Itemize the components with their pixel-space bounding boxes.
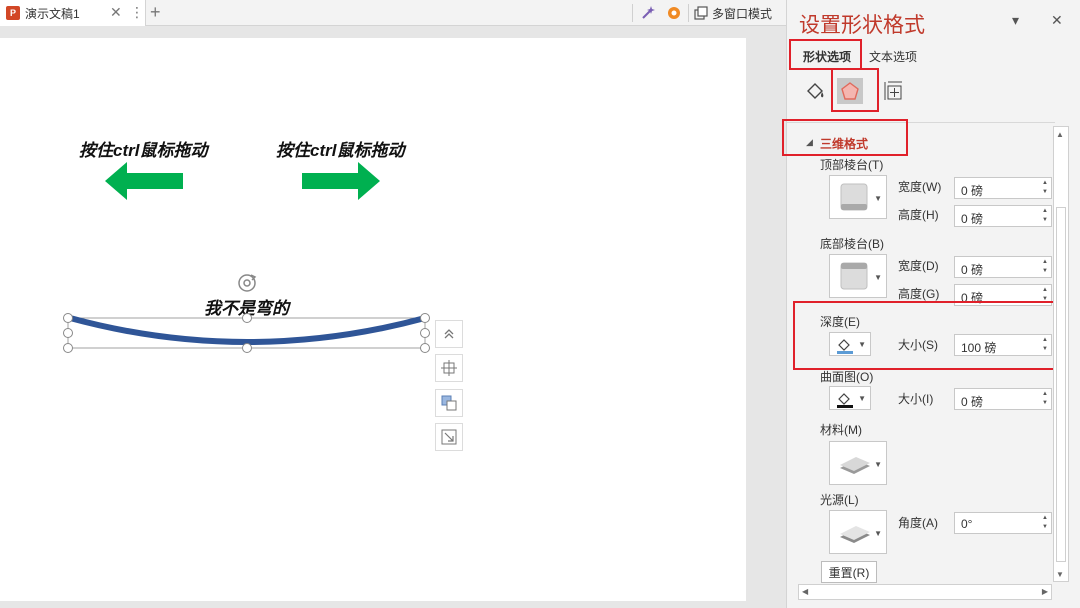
scrollbar-thumb[interactable] — [1056, 207, 1066, 562]
bottom-width-value: 0 磅 — [961, 263, 984, 277]
resize-button[interactable] — [435, 423, 463, 451]
right-instruction-text[interactable]: 按住ctrl鼠标拖动 — [276, 136, 404, 161]
resize-arrow-icon — [441, 429, 457, 445]
top-width-label: 宽度(W) — [898, 180, 942, 194]
scroll-up-icon[interactable]: ▲ — [1056, 130, 1064, 139]
top-width-value: 0 磅 — [961, 184, 984, 198]
more-options-icon[interactable]: ⋮ — [130, 4, 144, 21]
bottom-width-label: 宽度(D) — [898, 259, 939, 273]
panel-title: 设置形状格式 — [799, 14, 925, 37]
document-tab-bar: P 演示文稿1 ✕ ⋮ + 多窗口模式 — [0, 0, 786, 26]
multi-window-icon — [694, 6, 708, 20]
highlight-box — [782, 119, 908, 156]
settings-gear-icon[interactable] — [666, 0, 682, 26]
add-tab-button[interactable]: + — [150, 2, 161, 23]
top-bevel-dropdown[interactable]: ▼ — [829, 175, 887, 219]
material-label: 材料(M) — [820, 423, 862, 437]
lighting-label: 光源(L) — [820, 493, 859, 507]
paint-bucket-icon — [837, 393, 853, 408]
bottom-height-label: 高度(G) — [898, 287, 940, 301]
top-bevel-label: 顶部棱台(T) — [820, 158, 884, 172]
align-center-icon — [441, 360, 457, 376]
document-tab-title: 演示文稿1 — [25, 6, 80, 21]
size-properties-button[interactable] — [881, 78, 907, 104]
panel-horizontal-scrollbar[interactable]: ◀ ▶ — [798, 584, 1052, 600]
panel-vertical-scrollbar[interactable]: ▲ ▼ — [1053, 126, 1069, 582]
contour-size-label: 大小(I) — [898, 392, 934, 406]
divider — [688, 4, 689, 22]
rotate-handle-icon[interactable] — [236, 272, 258, 294]
material-dropdown[interactable]: ▼ — [829, 441, 887, 485]
paint-bucket-icon — [807, 83, 824, 99]
tab-text-options[interactable]: 文本选项 — [869, 48, 917, 65]
double-chevron-up-icon — [444, 329, 454, 339]
scroll-left-icon[interactable]: ◀ — [802, 587, 808, 596]
bottom-width-input[interactable]: 0 磅 ▲ ▼ — [954, 256, 1052, 278]
top-width-input[interactable]: 0 磅 ▲ ▼ — [954, 177, 1052, 199]
layers-icon — [441, 395, 457, 411]
top-height-label: 高度(H) — [898, 208, 939, 222]
contour-size-value: 0 磅 — [961, 395, 984, 409]
collapse-toolbar-button[interactable] — [435, 320, 463, 348]
top-height-input[interactable]: 0 磅 ▲ ▼ — [954, 205, 1052, 227]
bevel-preview-icon — [840, 262, 868, 290]
close-icon[interactable]: ✕ — [110, 4, 122, 21]
bevel-preview-icon — [840, 183, 868, 211]
divider — [632, 4, 633, 22]
top-height-value: 0 磅 — [961, 212, 984, 226]
left-arrow-shape[interactable] — [105, 162, 185, 200]
left-instruction-text[interactable]: 按住ctrl鼠标拖动 — [79, 136, 207, 161]
fill-line-button[interactable] — [803, 78, 829, 104]
chevron-down-icon[interactable]: ▾ — [1012, 12, 1019, 29]
powerpoint-icon: P — [6, 6, 20, 20]
bottom-bevel-label: 底部棱台(B) — [820, 237, 884, 251]
lighting-preview-icon — [840, 526, 870, 543]
size-layout-icon — [884, 81, 902, 100]
contour-color-dropdown[interactable]: ▼ — [829, 386, 871, 410]
lighting-dropdown[interactable]: ▼ — [829, 510, 887, 554]
contour-size-input[interactable]: 0 磅 ▲ ▼ — [954, 388, 1052, 410]
multi-window-button[interactable]: 多窗口模式 — [694, 0, 772, 26]
slide-canvas-area: 按住ctrl鼠标拖动 按住ctrl鼠标拖动 我不是弯的 — [0, 26, 786, 608]
scroll-right-icon[interactable]: ▶ — [1042, 587, 1048, 596]
slide[interactable]: 按住ctrl鼠标拖动 按住ctrl鼠标拖动 我不是弯的 — [0, 38, 746, 601]
arrange-button[interactable] — [435, 389, 463, 417]
angle-label: 角度(A) — [898, 516, 938, 530]
magic-wand-icon[interactable] — [640, 0, 656, 26]
highlight-box — [793, 301, 1060, 370]
contour-label: 曲面图(O) — [820, 370, 874, 384]
close-panel-icon[interactable]: ✕ — [1051, 12, 1063, 29]
reset-button[interactable]: 重置(R) — [821, 561, 877, 583]
angle-input[interactable]: 0° ▲ ▼ — [954, 512, 1052, 534]
highlight-box — [789, 39, 862, 70]
scroll-down-icon[interactable]: ▼ — [1056, 570, 1064, 579]
highlight-box — [831, 68, 879, 112]
material-preview-icon — [840, 457, 870, 474]
angle-value: 0° — [961, 517, 973, 531]
right-arrow-shape[interactable] — [302, 162, 382, 200]
curve-shape[interactable] — [60, 310, 435, 356]
document-tab[interactable]: P 演示文稿1 ✕ ⋮ — [0, 0, 146, 26]
align-button[interactable] — [435, 354, 463, 382]
multi-window-label: 多窗口模式 — [712, 6, 773, 21]
bottom-bevel-dropdown[interactable]: ▼ — [829, 254, 887, 298]
